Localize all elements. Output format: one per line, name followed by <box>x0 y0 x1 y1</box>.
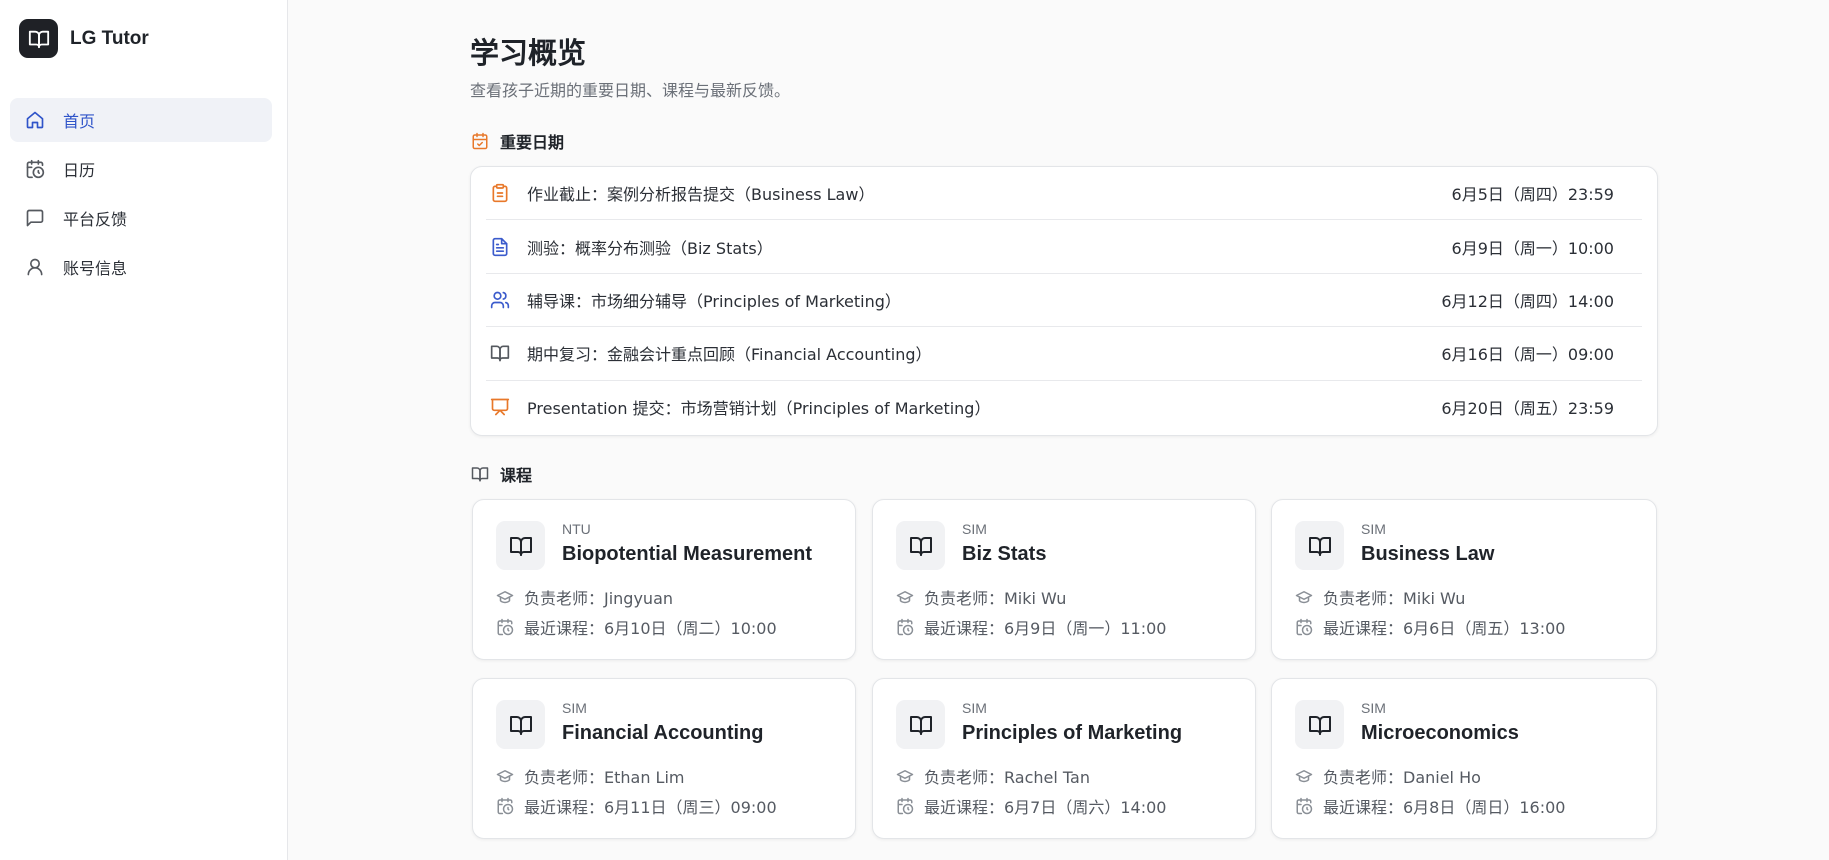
courses-section-header: 课程 <box>470 462 532 486</box>
message-square-icon <box>24 207 46 229</box>
sidebar-item-calendar[interactable]: 日历 <box>10 147 272 191</box>
sidebar-item-home[interactable]: 首页 <box>10 98 272 142</box>
calendar-check-icon <box>470 131 490 151</box>
course-teacher: 负责老师：Rachel Tan <box>896 764 1090 788</box>
course-next-session: 最近课程：6月11日（周三）09:00 <box>496 794 777 818</box>
course-name: Biopotential Measurement <box>562 543 813 565</box>
sidebar-item-label: 账号信息 <box>63 259 128 278</box>
course-teacher: 负责老师：Miki Wu <box>896 585 1066 609</box>
file-text-icon <box>489 236 511 258</box>
date-item-text: 辅导课：市场细分辅导（Principles of Marketing） <box>527 291 901 311</box>
calendar-clock-icon <box>24 158 46 180</box>
course-teacher: 负责老师：Jingyuan <box>496 585 673 609</box>
sidebar: LG Tutor 首页 日历 平台反馈 账号信息 <box>0 0 288 860</box>
course-name: Principles of Marketing <box>962 722 1183 744</box>
book-open-icon <box>896 521 945 570</box>
calendar-clock-icon <box>1295 797 1313 815</box>
course-next-session: 最近课程：6月7日（周六）14:00 <box>896 794 1166 818</box>
sidebar-item-label: 日历 <box>63 161 96 180</box>
course-card[interactable]: SIM Biz Stats 负责老师：Miki Wu 最近课程：6月9日（周一）… <box>872 499 1256 660</box>
presentation-icon <box>489 396 511 418</box>
date-item-date: 6月12日（周四）14:00 <box>1441 291 1614 311</box>
sidebar-item-label: 平台反馈 <box>63 210 128 229</box>
course-card[interactable]: NTU Biopotential Measurement 负责老师：Jingyu… <box>472 499 856 660</box>
calendar-clock-icon <box>496 618 514 636</box>
course-school: NTU <box>562 521 591 537</box>
graduation-cap-icon <box>896 767 914 785</box>
course-card[interactable]: SIM Financial Accounting 负责老师：Ethan Lim … <box>472 678 856 839</box>
book-open-icon <box>489 342 511 364</box>
graduation-cap-icon <box>1295 588 1313 606</box>
course-next-session: 最近课程：6月9日（周一）11:00 <box>896 615 1166 639</box>
brand[interactable]: LG Tutor <box>19 19 149 58</box>
course-name: Microeconomics <box>1361 722 1519 744</box>
graduation-cap-icon <box>496 767 514 785</box>
book-open-icon <box>496 521 545 570</box>
calendar-clock-icon <box>896 618 914 636</box>
book-open-icon <box>496 700 545 749</box>
course-next-session: 最近课程：6月6日（周五）13:00 <box>1295 615 1565 639</box>
list-item[interactable]: 期中复习：金融会计重点回顾（Financial Accounting） 6月16… <box>486 327 1642 381</box>
list-item[interactable]: 作业截止：案例分析报告提交（Business Law） 6月5日（周四）23:5… <box>486 167 1642 221</box>
course-name: Business Law <box>1361 543 1495 565</box>
graduation-cap-icon <box>496 588 514 606</box>
dates-section-title: 重要日期 <box>500 133 565 152</box>
course-card[interactable]: SIM Business Law 负责老师：Miki Wu 最近课程：6月6日（… <box>1271 499 1657 660</box>
course-school: SIM <box>962 521 987 537</box>
graduation-cap-icon <box>1295 767 1313 785</box>
list-item[interactable]: 测验：概率分布测验（Biz Stats） 6月9日（周一）10:00 <box>486 220 1642 274</box>
sidebar-nav: 首页 日历 平台反馈 账号信息 <box>10 98 272 294</box>
courses-section-title: 课程 <box>500 466 533 485</box>
date-item-text: 作业截止：案例分析报告提交（Business Law） <box>527 185 875 205</box>
home-icon <box>24 109 46 131</box>
course-name: Financial Accounting <box>562 722 764 744</box>
calendar-clock-icon <box>496 797 514 815</box>
course-next-session: 最近课程：6月8日（周日）16:00 <box>1295 794 1565 818</box>
course-school: SIM <box>1361 700 1386 716</box>
date-item-text: Presentation 提交：市场营销计划（Principles of Mar… <box>527 399 991 419</box>
date-item-date: 6月9日（周一）10:00 <box>1451 238 1614 258</box>
sidebar-item-account[interactable]: 账号信息 <box>10 245 272 289</box>
user-icon <box>24 256 46 278</box>
graduation-cap-icon <box>896 588 914 606</box>
date-item-date: 6月20日（周五）23:59 <box>1441 399 1614 419</box>
dates-list: 作业截止：案例分析报告提交（Business Law） 6月5日（周四）23:5… <box>470 166 1658 436</box>
calendar-clock-icon <box>1295 618 1313 636</box>
app-name: LG Tutor <box>70 27 149 49</box>
course-teacher: 负责老师：Daniel Ho <box>1295 764 1481 788</box>
date-item-text: 期中复习：金融会计重点回顾（Financial Accounting） <box>527 345 932 365</box>
sidebar-item-feedback[interactable]: 平台反馈 <box>10 196 272 240</box>
course-teacher: 负责老师：Ethan Lim <box>496 764 685 788</box>
list-item[interactable]: 辅导课：市场细分辅导（Principles of Marketing） 6月12… <box>486 274 1642 328</box>
clipboard-icon <box>489 182 511 204</box>
calendar-clock-icon <box>896 797 914 815</box>
book-open-icon <box>1295 521 1344 570</box>
date-item-date: 6月5日（周四）23:59 <box>1451 185 1614 205</box>
users-icon <box>489 289 511 311</box>
course-school: SIM <box>562 700 587 716</box>
course-next-session: 最近课程：6月10日（周二）10:00 <box>496 615 777 639</box>
course-card[interactable]: SIM Microeconomics 负责老师：Daniel Ho 最近课程：6… <box>1271 678 1657 839</box>
course-teacher: 负责老师：Miki Wu <box>1295 585 1465 609</box>
date-item-text: 测验：概率分布测验（Biz Stats） <box>527 238 773 258</box>
page-subtitle: 查看孩子近期的重要日期、课程与最新反馈。 <box>470 81 791 100</box>
date-item-date: 6月16日（周一）09:00 <box>1441 345 1614 365</box>
course-school: SIM <box>962 700 987 716</box>
course-name: Biz Stats <box>962 543 1047 565</box>
book-open-icon <box>1295 700 1344 749</box>
course-school: SIM <box>1361 521 1386 537</box>
book-open-icon <box>896 700 945 749</box>
dates-section-header: 重要日期 <box>470 129 564 153</box>
page-title: 学习概览 <box>470 36 587 70</box>
list-item[interactable]: Presentation 提交：市场营销计划（Principles of Mar… <box>486 381 1642 434</box>
sidebar-item-label: 首页 <box>63 112 96 131</box>
book-open-icon <box>19 19 58 58</box>
book-open-icon <box>470 464 490 484</box>
course-card[interactable]: SIM Principles of Marketing 负责老师：Rachel … <box>872 678 1256 839</box>
